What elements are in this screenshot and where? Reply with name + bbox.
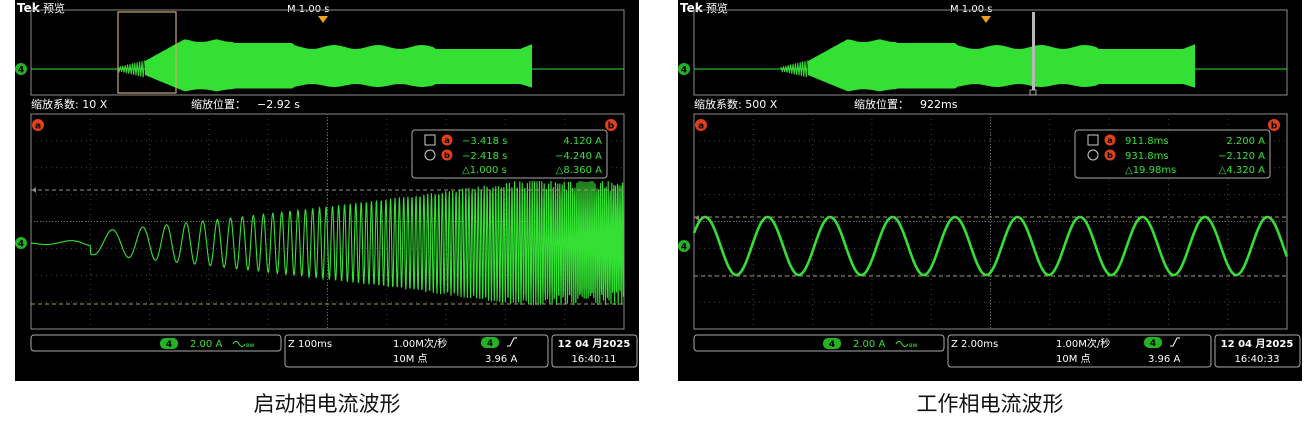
oscilloscope-screen-startup: Tek 预览 M 1.00 s 4 缩放系数: 10 X 缩放位置： −2.92 sab4a… bbox=[15, 0, 639, 381]
cursor-b-value: −2.120 A bbox=[1218, 151, 1265, 162]
readout-b-marker: b bbox=[1104, 149, 1116, 161]
ch4-ground-marker: 4 bbox=[678, 240, 690, 252]
zoom-timebase: Z 2.00ms bbox=[951, 339, 998, 350]
zoom-window-handle[interactable] bbox=[1029, 89, 1037, 96]
cursor-a-marker-label: a bbox=[35, 121, 41, 131]
clock-time: 16:40:33 bbox=[1235, 354, 1280, 365]
cursor-b-value: −4.240 A bbox=[555, 151, 602, 162]
overview-ch4-marker: 4 bbox=[678, 63, 690, 75]
zoom-window-marker[interactable] bbox=[1032, 12, 1035, 90]
mode-label: 预览 bbox=[43, 1, 65, 15]
ch4-ground-marker-label: 4 bbox=[681, 242, 687, 252]
zoom-factor-label: 缩放系数: 10 X bbox=[31, 97, 108, 111]
cursor-a-marker: a bbox=[32, 119, 44, 131]
brand-logo: Tek bbox=[17, 1, 41, 15]
clock-date: 12 04 月2025 bbox=[558, 338, 631, 350]
cursor-b-marker-label: b bbox=[1271, 121, 1278, 131]
channel-scale: 2.00 A bbox=[853, 339, 885, 350]
readout-a-marker: a bbox=[441, 134, 453, 146]
channel-4-badge-label: 4 bbox=[166, 340, 172, 350]
cursor-b-marker: b bbox=[1268, 119, 1280, 131]
cursor-a-marker-label: a bbox=[698, 121, 704, 131]
cursor-delta-time: △19.98ms bbox=[1125, 165, 1176, 176]
record-length: 10M 点 bbox=[393, 353, 428, 365]
sample-rate: 1.00M次/秒 bbox=[393, 337, 447, 350]
scope-svg: Tek 预览 M 1.00 s4缩放系数: 500 X 缩放位置： 922msa b4ab… bbox=[678, 1, 1301, 368]
channel-4-badge-label: 4 bbox=[829, 340, 835, 350]
cursor-b-marker-label: b bbox=[608, 121, 615, 131]
trigger-level: 3.96 A bbox=[485, 354, 517, 365]
channel-scale: 2.00 A bbox=[190, 339, 222, 350]
sample-rate: 1.00M次/秒 bbox=[1056, 337, 1110, 350]
brand-logo: Tek bbox=[680, 1, 704, 15]
cursor-b-time: −2.418 s bbox=[462, 151, 507, 162]
zoom-timebase: Z 100ms bbox=[288, 339, 332, 350]
zoom-factor-label: 缩放系数: 500 X bbox=[694, 97, 778, 111]
trigger-level: 3.96 A bbox=[1148, 354, 1180, 365]
readout-b-marker-label: b bbox=[1107, 150, 1113, 160]
channel-settings-box[interactable] bbox=[30, 334, 282, 352]
oscilloscope-screen-working: Tek 预览 M 1.00 s 4 缩放系数: 500 X 缩放位置： 922ms a b 4 a b… bbox=[678, 0, 1302, 381]
mode-label: 预览 bbox=[706, 1, 728, 15]
trigger-position-marker bbox=[318, 16, 328, 23]
zoom-position-value: 922ms bbox=[920, 98, 958, 111]
overview-waveform-envelope bbox=[145, 39, 532, 92]
caption-startup: 启动相电流波形 bbox=[253, 392, 401, 416]
zoom-position-value: −2.92 s bbox=[257, 98, 300, 111]
cursor-a-time: −3.418 s bbox=[462, 136, 507, 147]
channel-settings-box[interactable] bbox=[693, 334, 945, 352]
bandwidth-icon-label: ʙᴡ bbox=[246, 342, 254, 349]
clock-date: 12 04 月2025 bbox=[1221, 338, 1294, 350]
trigger-position-marker bbox=[981, 16, 991, 23]
cursor-delta-value: △4.320 A bbox=[1219, 165, 1265, 176]
scope-svg: Tek 预览 M 1.00 s4缩放系数: 10 X 缩放位置： −2.92 sa b4a… bbox=[15, 1, 638, 368]
readout-a-marker: a bbox=[1104, 134, 1116, 146]
cursor-delta-time: △1.000 s bbox=[462, 165, 507, 176]
overview-ch4-marker: 4 bbox=[15, 63, 27, 75]
overview-ch4-marker-label: 4 bbox=[18, 65, 24, 75]
trigger-channel-label: 4 bbox=[487, 339, 493, 349]
trigger-level-marker bbox=[695, 215, 699, 221]
overview-ch4-marker-label: 4 bbox=[681, 65, 687, 75]
readout-a-marker-label: a bbox=[1107, 135, 1113, 145]
trigger-channel-label: 4 bbox=[1150, 339, 1156, 349]
bandwidth-icon-label: ʙᴡ bbox=[909, 342, 917, 349]
ch4-ground-marker-label: 4 bbox=[18, 239, 24, 249]
record-length: 10M 点 bbox=[1056, 353, 1091, 365]
cursor-a-marker: a bbox=[695, 119, 707, 131]
cursor-b-marker: b bbox=[605, 119, 617, 131]
zoom-position-label: 缩放位置： bbox=[191, 97, 246, 111]
ch4-ground-marker: 4 bbox=[15, 237, 27, 249]
zoom-position-label: 缩放位置： bbox=[854, 97, 909, 111]
cursor-a-value: 4.120 A bbox=[563, 136, 602, 147]
cursor-a-value: 2.200 A bbox=[1226, 136, 1265, 147]
cursor-delta-value: △8.360 A bbox=[556, 165, 602, 176]
cursor-b-time: 931.8ms bbox=[1125, 151, 1169, 162]
caption-working: 工作相电流波形 bbox=[916, 392, 1064, 416]
readout-b-marker-label: b bbox=[444, 150, 450, 160]
overview-waveform-envelope bbox=[808, 39, 1195, 92]
clock-time: 16:40:11 bbox=[572, 354, 617, 365]
readout-b-marker: b bbox=[441, 149, 453, 161]
readout-a-marker-label: a bbox=[444, 135, 450, 145]
cursor-a-time: 911.8ms bbox=[1125, 136, 1169, 147]
